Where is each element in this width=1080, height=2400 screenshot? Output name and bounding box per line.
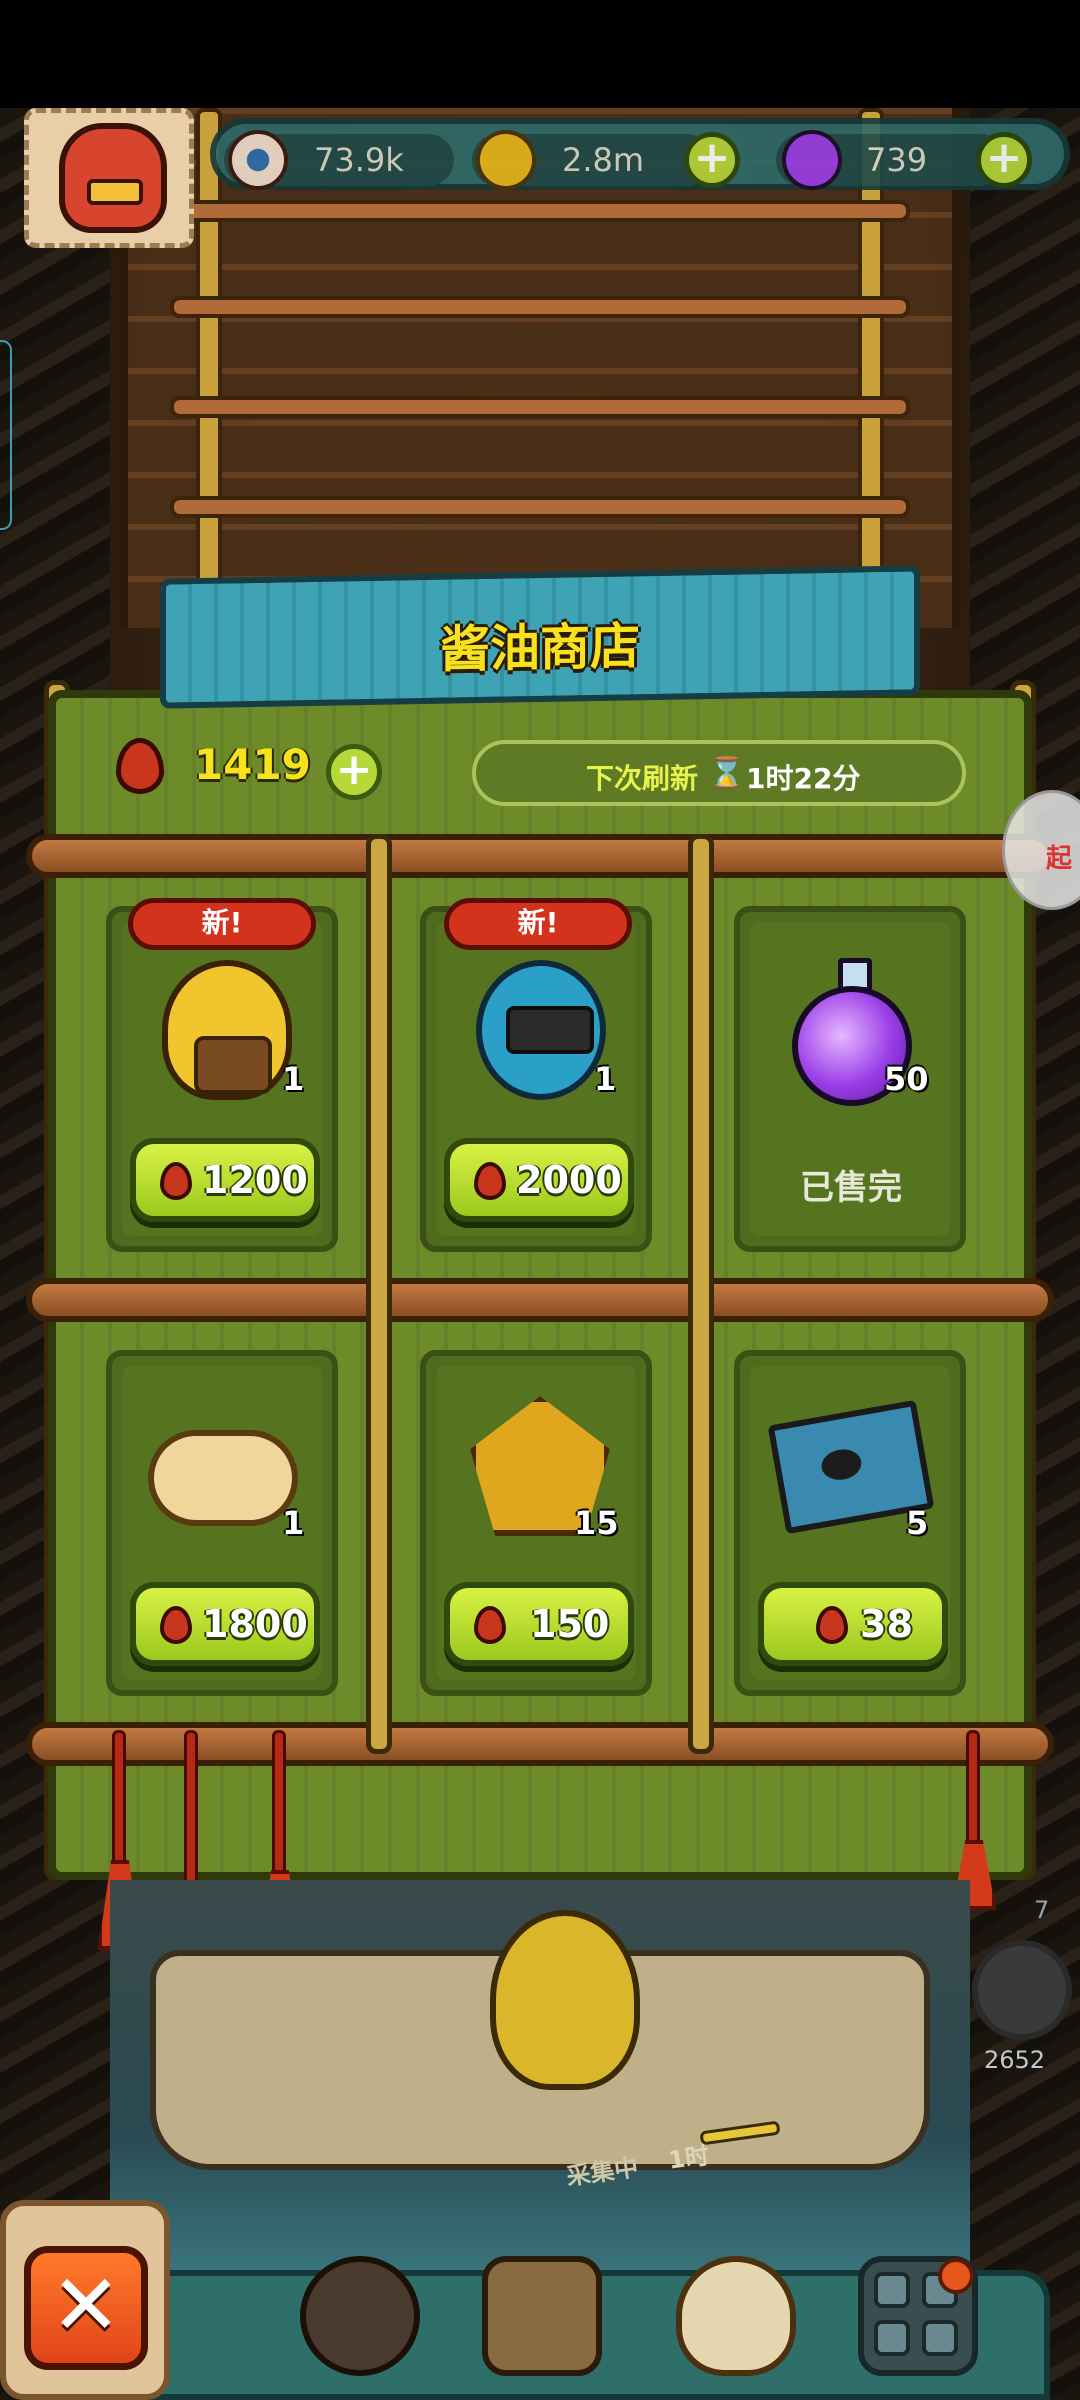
potions-value: 739 [866,141,928,179]
item-quantity: 1 [594,1060,617,1098]
buy-button[interactable]: 38 [758,1582,948,1666]
tassel-cord [112,1730,126,1880]
hourglass-icon: ⌛ [708,756,746,791]
wood-beam [26,1722,1054,1766]
soy-sauce-drop-icon [160,1606,192,1644]
ladder-rung [170,396,910,418]
eyeball-icon [228,130,288,190]
blue-fish-monster-icon [476,960,606,1100]
wood-beam [26,1278,1054,1322]
price-label: 2000 [516,1158,622,1202]
refresh-label: 下次刷新 [586,762,699,795]
ladder-rung [170,496,910,518]
monster-nav-button[interactable] [300,2256,420,2376]
item-quantity: 5 [906,1504,929,1542]
edge-tab[interactable] [0,340,12,530]
buy-button[interactable]: 1200 [130,1138,320,1222]
item-quantity: 1 [282,1060,305,1098]
ladder-rung [170,296,910,318]
ladder-rail-left [196,108,222,648]
side-counter: 2652 [984,2046,1046,2074]
coin-icon [476,130,536,190]
soy-sauce-drop-icon [816,1606,848,1644]
yellow-chick-monster-icon [162,960,292,1100]
price-label: 150 [530,1602,610,1646]
soy-sauce-drop-icon [474,1162,506,1200]
side-resource-icon[interactable] [972,1940,1072,2040]
tassel-cord [272,1730,286,1890]
grid-cell [874,2272,910,2308]
shelf-post [688,834,714,1754]
grid-cell [874,2320,910,2356]
price-label: 1200 [202,1158,308,1202]
shelf-post [366,834,392,1754]
new-badge: 新! [444,898,632,950]
buy-button[interactable]: 1800 [130,1582,320,1666]
soy-sauce-drop-icon [160,1162,192,1200]
refresh-time: 1时22分 [746,762,861,795]
item-quantity: 1 [282,1504,305,1542]
wood-beam [26,834,1054,878]
item-quantity: 50 [884,1060,929,1098]
potion-icon [782,130,842,190]
status-bar [0,0,1080,108]
add-coins-button[interactable]: + [684,132,740,188]
resource-bar: 73.9k 2.8m + 739 + [210,118,1070,190]
item-quantity: 15 [574,1504,619,1542]
golden-cloud-creature-icon [148,1430,298,1526]
close-button[interactable]: ✕ [24,2246,148,2370]
buy-button[interactable]: 150 [444,1582,634,1666]
player-avatar[interactable] [24,108,194,248]
bag-nav-button[interactable] [676,2256,796,2376]
currency-value: 1419 [194,740,311,789]
book-nav-button[interactable] [482,2256,602,2376]
shop-banner: 酱油商店 [160,565,920,709]
new-badge: 新! [128,898,316,950]
avatar-mouth [87,179,143,205]
ladder-rung [170,200,910,222]
soy-sauce-drop-icon [474,1606,506,1644]
price-label: 1800 [202,1602,308,1646]
add-potions-button[interactable]: + [976,132,1032,188]
yellow-slime-monster[interactable] [490,1910,640,2090]
coins-value: 2.8m [562,141,645,179]
add-currency-button[interactable]: + [326,744,382,800]
bubble-text: 起 [1046,844,1073,874]
avatar-monster-icon [59,123,167,233]
eyes-value: 73.9k [314,141,404,179]
price-label: 38 [860,1602,913,1646]
side-counter-top: 7 [1034,1896,1050,1924]
refresh-timer: 下次刷新 ⌛ 1时22分 [472,740,966,806]
grid-cell [922,2320,958,2356]
shop-title: 酱油商店 [440,617,640,679]
notification-dot [938,2258,974,2294]
sold-out-label: 已售完 [800,1168,902,1208]
buy-button[interactable]: 2000 [444,1138,634,1222]
